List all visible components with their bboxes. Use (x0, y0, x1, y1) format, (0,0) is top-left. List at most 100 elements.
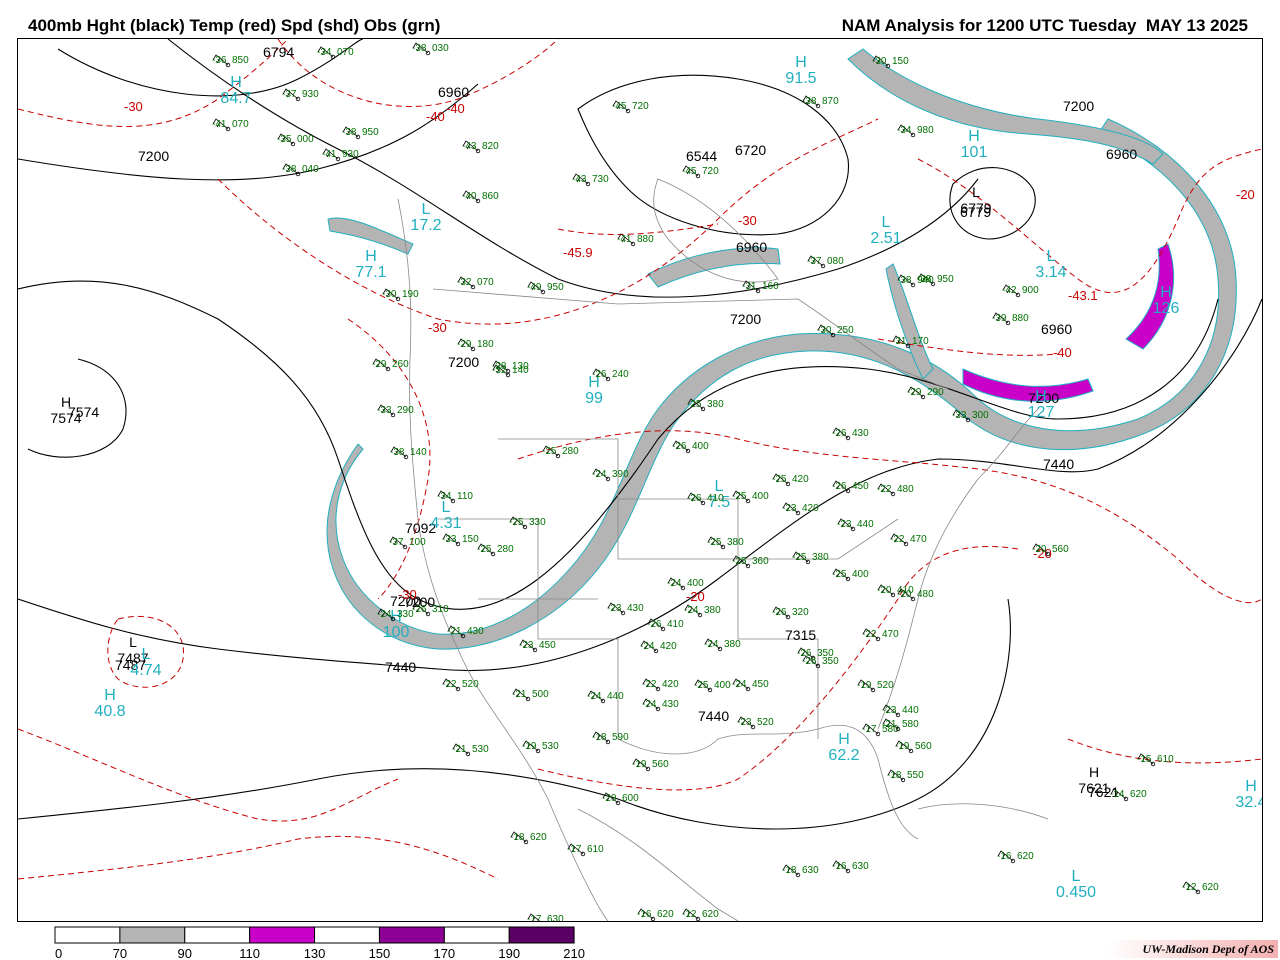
speed-center-letter: L (142, 646, 151, 663)
ob-temperature: -31 (892, 336, 907, 347)
speed-center-letter: H (1035, 388, 1047, 405)
height-contour-label: 6960 (438, 84, 469, 100)
ob-height: 070 (477, 277, 494, 288)
ob-temperature: -25 (732, 556, 747, 567)
speed-center-value: 40.8 (94, 703, 125, 720)
ob-temperature: -38 (390, 447, 405, 458)
ob-height: 860 (482, 191, 499, 202)
station-ob: -43 730 (572, 173, 609, 187)
speed-center-letter: H (230, 74, 242, 91)
ob-temperature: -29 (907, 387, 922, 398)
station-ob: -25 280 (542, 445, 579, 459)
station-ob: -45 720 (612, 100, 649, 114)
ob-temperature: -34 (317, 47, 332, 58)
ob-temperature: -23 (737, 717, 752, 728)
station-ob: -17 630 (527, 913, 564, 921)
ob-height: 610 (1157, 754, 1174, 765)
ob-height: 480 (897, 484, 914, 495)
ob-height: 530 (542, 741, 559, 752)
ob-height: 430 (852, 428, 869, 439)
ob-temperature: -26 (687, 493, 702, 504)
station-ob: -19 530 (522, 740, 559, 754)
ob-height: 260 (392, 359, 409, 370)
ob-height: 590 (612, 732, 629, 743)
ob-temperature: -24 (684, 605, 699, 616)
speed-center-letter: H (795, 54, 807, 71)
ob-height: 040 (302, 164, 319, 175)
ob-height: 240 (612, 369, 629, 380)
station-ob: -41 070 (212, 118, 249, 132)
height-contour-label: 7440 (698, 708, 729, 724)
ob-height: 070 (337, 47, 354, 58)
ob-temperature: -16 (832, 861, 847, 872)
temperature-contour-label: -43.1 (1068, 288, 1098, 303)
ob-height: 400 (752, 491, 769, 502)
ob-height: 420 (802, 503, 819, 514)
ob-temperature: -26 (592, 369, 607, 380)
station-ob: -45 720 (682, 165, 719, 179)
height-contour-label: 7440 (385, 659, 416, 675)
ob-height: 330 (529, 517, 546, 528)
station-ob: -38 950 (342, 126, 379, 140)
ob-temperature: -32 (457, 277, 472, 288)
height-contour-label: 7200 (1063, 98, 1094, 114)
ob-temperature: -26 (772, 607, 787, 618)
ob-height: 470 (882, 629, 899, 640)
height-center-value: 6779 (960, 200, 991, 216)
speed-center-letter: H (968, 128, 980, 145)
speed-center-letter: H (365, 248, 377, 265)
ob-height: 620 (1202, 882, 1219, 893)
station-ob: -25 380 (707, 536, 744, 550)
height-contour-label: 7315 (785, 627, 816, 643)
height-contour-label: 6544 (686, 148, 717, 164)
gulf-coastline (617, 724, 919, 840)
ob-height: 560 (652, 759, 669, 770)
ob-height: 950 (547, 282, 564, 293)
ob-height: 520 (757, 717, 774, 728)
legend-swatch (378, 926, 445, 944)
ob-height: 430 (662, 699, 679, 710)
temperature-contour-label: -30 (398, 587, 417, 602)
station-ob: -18 590 (592, 731, 629, 745)
ob-height: 720 (702, 166, 719, 177)
ob-height: 380 (812, 552, 829, 563)
ob-temperature: -25 (509, 517, 524, 528)
ob-temperature: -37 (389, 537, 404, 548)
ob-height: 470 (910, 534, 927, 545)
station-ob: -26 430 (832, 427, 869, 441)
ob-temperature: -24 (592, 469, 607, 480)
station-ob: -32 140 (492, 364, 529, 378)
ob-temperature: -26 (832, 428, 847, 439)
ob-temperature: -20 (897, 589, 912, 600)
ob-height: 430 (627, 603, 644, 614)
ob-temperature: -23 (837, 519, 852, 530)
ob-height: 550 (907, 770, 924, 781)
ob-temperature: -17 (527, 914, 542, 921)
ob-height: 030 (432, 43, 449, 54)
ob-temperature: -37 (807, 256, 822, 267)
ob-height: 450 (752, 679, 769, 690)
ob-temperature: -24 (642, 699, 657, 710)
ob-height: 350 (822, 656, 839, 667)
ob-temperature: -18 (592, 732, 607, 743)
ob-height: 410 (707, 493, 724, 504)
ob-height: 620 (657, 909, 674, 920)
ob-temperature: -41 (322, 149, 337, 160)
ob-height: 930 (342, 149, 359, 160)
ob-height: 380 (724, 639, 741, 650)
station-ob: -37 930 (282, 88, 319, 102)
ob-temperature: -33 (377, 405, 392, 416)
speed-center-value: 0.450 (1056, 884, 1096, 901)
ob-temperature: -24 (732, 679, 747, 690)
ob-temperature: -24 (587, 691, 602, 702)
ob-temperature: -12 (1182, 882, 1197, 893)
speed-center-letter: H (1160, 284, 1172, 301)
ob-temperature: -12 (682, 909, 697, 920)
station-ob: -18 550 (887, 769, 924, 783)
ob-temperature: -25 (732, 491, 747, 502)
speed-center-value: 4.31 (430, 515, 461, 532)
speed-center-value: 84.7 (220, 90, 251, 107)
ob-height: 940 (917, 275, 934, 286)
ob-height: 520 (877, 680, 894, 691)
temp-contour (18, 39, 289, 127)
